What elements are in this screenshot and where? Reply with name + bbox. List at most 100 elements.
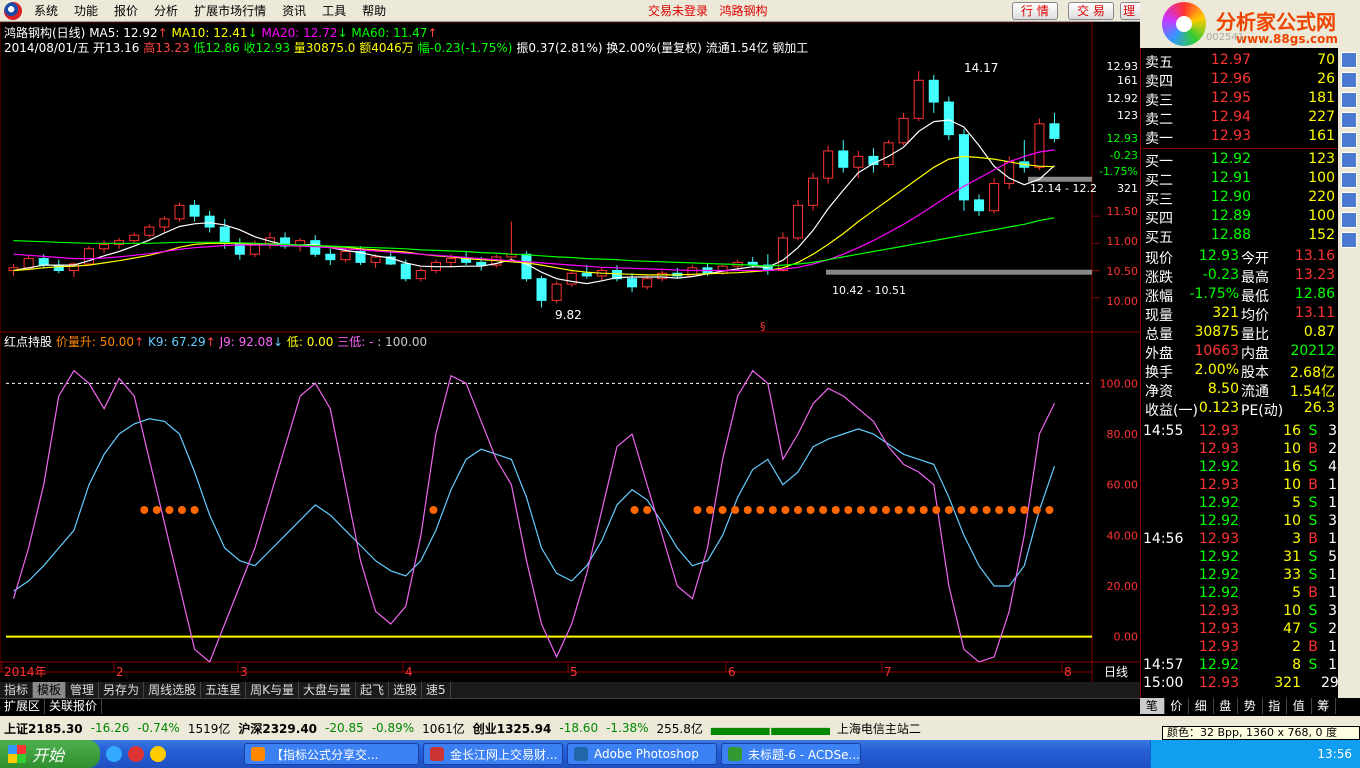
task-photoshop[interactable]: Adobe Photoshop [567, 743, 717, 765]
tab-formula-3[interactable]: 另存为 [99, 682, 145, 698]
tab-formula-4[interactable]: 周线选股 [144, 682, 202, 698]
order-book-buy-row[interactable]: 买一 12.92 123 [1141, 151, 1337, 170]
quote-tab-3[interactable]: 盘 [1214, 698, 1238, 714]
tab-formula-9[interactable]: 选股 [389, 682, 423, 698]
quote-stat-row[interactable]: 涨幅 -1.75% 最低 12.86 [1141, 286, 1337, 305]
app-logo-icon[interactable] [4, 1, 22, 20]
tick-trade-row[interactable]: 12.92 33 S 1 [1141, 567, 1337, 586]
quote-stat-row[interactable]: 换手 2.00% 股本 2.68亿 [1141, 362, 1337, 381]
quote-tab-7[interactable]: 筹 [1312, 698, 1336, 714]
tick-trade-row[interactable]: 12.92 16 S 4 [1141, 459, 1337, 478]
menu-item-function[interactable]: 功能 [66, 2, 106, 19]
cy-index[interactable]: 创业1325.94 [469, 720, 556, 737]
app-icon[interactable] [128, 746, 144, 762]
trade-mode-button[interactable]: 交 易 [1068, 2, 1114, 20]
tab-formula-0[interactable]: 指标 [0, 682, 34, 698]
toolbar-line-icon[interactable] [1341, 112, 1357, 128]
quote-stat-row[interactable]: 收益(一) 0.123 PE(动) 26.3 [1141, 400, 1337, 419]
start-button[interactable]: 开始 [0, 740, 100, 768]
toolbar-kline-icon[interactable] [1341, 72, 1357, 88]
order-book-buy-row[interactable]: 买四 12.89 100 [1141, 208, 1337, 227]
toolbar-rsi-icon[interactable] [1341, 192, 1357, 208]
sh-index[interactable]: 上证2185.30 [0, 720, 87, 737]
kline-chart-area[interactable]: 12.9316112.9212312.93-0.23-1.75%32111.50… [0, 22, 1140, 682]
tab-formula-5[interactable]: 五连星 [201, 682, 247, 698]
order-book-sell-row[interactable]: 卖五 12.97 70 [1141, 52, 1337, 71]
quote-tab-6[interactable]: 值 [1287, 698, 1312, 714]
tick-trade-row[interactable]: 12.93 10 B 2 [1141, 441, 1337, 460]
tick-trade-row[interactable]: 14:55 12.93 16 S 3 [1141, 423, 1337, 442]
tab-extension-area[interactable]: 扩展区 [0, 699, 46, 714]
order-book-buy-row[interactable]: 买二 12.91 100 [1141, 170, 1337, 189]
bar-close: 收12.93 [243, 41, 290, 55]
quote-tab-2[interactable]: 细 [1189, 698, 1214, 714]
quote-tab-1[interactable]: 价 [1165, 698, 1189, 714]
task-formula-share[interactable]: 【指标公式分享交... [244, 743, 419, 765]
task-acdsee[interactable]: 未标题-6 - ACDSe... [721, 743, 861, 765]
red-dot-marker [1045, 506, 1054, 514]
quote-tab-5[interactable]: 指 [1263, 698, 1287, 714]
tick-trade-row[interactable]: 14:56 12.93 3 B 1 [1141, 531, 1337, 550]
sh-index-pct: -0.74% [137, 721, 180, 735]
indicator-name[interactable]: 红点持股 [4, 335, 52, 349]
red-dot-marker [856, 506, 865, 514]
order-book-sell-row[interactable]: 卖三 12.95 181 [1141, 90, 1337, 109]
tick-trade-row[interactable]: 12.92 10 S 3 [1141, 513, 1337, 532]
order-book-sell-row[interactable]: 卖一 12.93 161 [1141, 128, 1337, 147]
quote-mode-button[interactable]: 行 情 [1012, 2, 1058, 20]
tick-trade-row[interactable]: 14:57 12.92 8 S 1 [1141, 657, 1337, 676]
order-book-sell-row[interactable]: 卖二 12.94 227 [1141, 109, 1337, 128]
toolbar-kdj-icon[interactable] [1341, 212, 1357, 228]
server-name[interactable]: 上海电信主站二 [833, 720, 925, 737]
trade-login-status[interactable]: 交易未登录 鸿路钢构 [648, 2, 767, 19]
toolbar-macd-icon[interactable] [1341, 152, 1357, 168]
tab-formula-7[interactable]: 大盘与量 [299, 682, 356, 698]
toolbar-chart-icon[interactable] [1341, 52, 1357, 68]
quote-tab-0[interactable]: 笔 [1140, 698, 1165, 714]
menu-item-quote[interactable]: 报价 [106, 2, 146, 19]
tick-trade-row[interactable]: 12.93 10 B 1 [1141, 477, 1337, 496]
quote-stat-row[interactable]: 净资 8.50 流通 1.54亿 [1141, 381, 1337, 400]
tab-formula-2[interactable]: 管理 [66, 682, 100, 698]
order-book-buy-row[interactable]: 买三 12.90 220 [1141, 189, 1337, 208]
tick-trade-row[interactable]: 12.92 5 B 1 [1141, 585, 1337, 604]
toolbar-grid-icon[interactable] [1341, 132, 1357, 148]
quote-cell: 321 [1212, 305, 1239, 321]
menu-item-help[interactable]: 帮助 [354, 2, 394, 19]
menu-item-extended-market[interactable]: 扩展市场行情 [186, 2, 274, 19]
tab-formula-6[interactable]: 周K与量 [246, 682, 299, 698]
task-trading[interactable]: 金长江网上交易财... [423, 743, 563, 765]
menu-item-news[interactable]: 资讯 [274, 2, 314, 19]
toolbar-up-icon[interactable] [1341, 232, 1357, 248]
sz-index[interactable]: 沪深2329.40 [234, 720, 321, 737]
tick-trade-row[interactable]: 12.93 47 S 2 [1141, 621, 1337, 640]
quote-tab-4[interactable]: 势 [1238, 698, 1263, 714]
order-book-sell-row[interactable]: 卖四 12.96 26 [1141, 71, 1337, 90]
media-icon[interactable] [150, 746, 166, 762]
tick-trade-row[interactable]: 15:00 12.93 321 29 [1141, 675, 1339, 694]
quote-stat-row[interactable]: 现价 12.93 今开 13.16 [1141, 248, 1337, 267]
ie-icon[interactable] [106, 746, 122, 762]
tick-trade-row[interactable]: 12.93 10 S 3 [1141, 603, 1337, 622]
quote-stat-row[interactable]: 现量 321 均价 13.11 [1141, 305, 1337, 324]
tab-formula-8[interactable]: 起飞 [356, 682, 389, 698]
order-book-buy-row[interactable]: 买五 12.88 152 [1141, 227, 1337, 246]
ad-banner[interactable]: 分析家公式网 www.88gs.com 002541 [1140, 0, 1360, 48]
toolbar-vol-icon[interactable] [1341, 172, 1357, 188]
menu-item-tools[interactable]: 工具 [314, 2, 354, 19]
quote-stat-row[interactable]: 外盘 10663 内盘 20212 [1141, 343, 1337, 362]
quote-stat-row[interactable]: 总量 30875 量比 0.87 [1141, 324, 1337, 343]
tab-related-quote[interactable]: 关联报价 [45, 699, 103, 714]
tick-trade-row[interactable]: 12.92 5 S 1 [1141, 495, 1337, 514]
toolbar-bar-icon[interactable] [1341, 92, 1357, 108]
menu-item-system[interactable]: 系统 [26, 2, 66, 19]
tick-trade-row[interactable]: 12.92 31 S 5 [1141, 549, 1337, 568]
period-label[interactable]: 日线 [1104, 665, 1128, 679]
quote-stat-row[interactable]: 涨跌 -0.23 最高 13.23 [1141, 267, 1337, 286]
clock[interactable]: 13:56 [1317, 747, 1352, 761]
quote-cell: 0.87 [1303, 324, 1335, 340]
tab-formula-10[interactable]: 速5 [422, 682, 451, 698]
tick-trade-row[interactable]: 12.93 2 B 1 [1141, 639, 1337, 658]
menu-item-analysis[interactable]: 分析 [146, 2, 186, 19]
tab-formula-1[interactable]: 模板 [33, 682, 67, 698]
